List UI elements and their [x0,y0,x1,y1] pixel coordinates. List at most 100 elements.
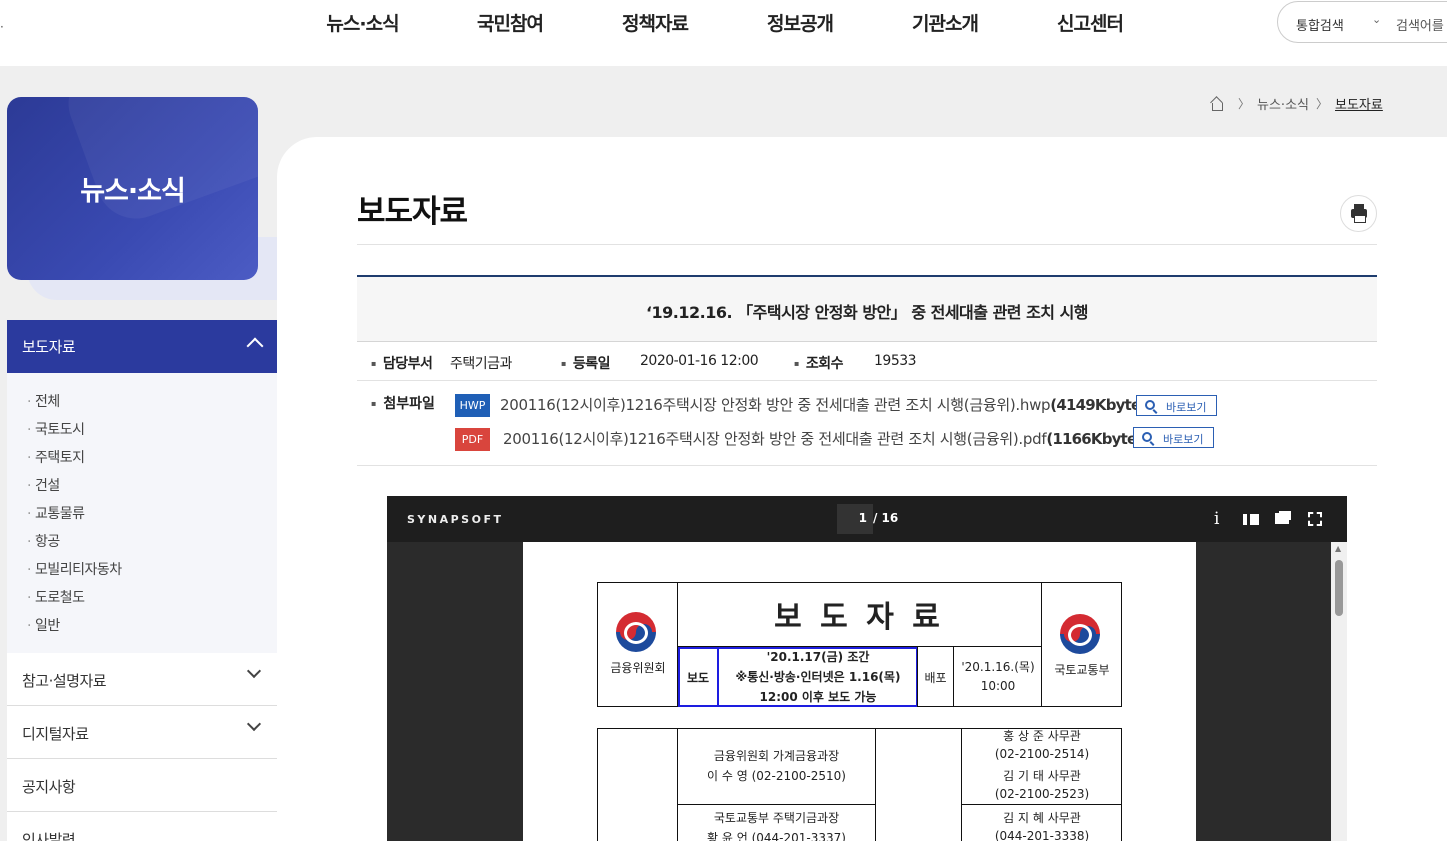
sidebar-item-label: 참고·설명자료 [22,672,107,690]
chevron-up-icon [246,337,264,355]
org-left: 금융위원회 [610,661,666,675]
search-icon [1142,432,1152,442]
submenu-item-construction[interactable]: 건설 [27,475,60,495]
search-icon [1145,400,1155,410]
document-viewer: SYNAPSOFT 1 / 16 i 금융위원회 보 도 자 료 국토교통부 보… [387,496,1347,841]
sidebar-item-personnel[interactable]: 인사발령 [7,812,277,841]
attachment-link[interactable]: 200116(12시이후)1216주택시장 안정화 방안 중 전세대출 관련 조… [500,394,1147,415]
article-meta: 담당부서 주택기금과 등록일 2020-01-16 12:00 조회수 1953… [357,342,1377,381]
sidebar-item-label: 인사발령 [22,831,76,841]
embargo-line1: '20.1.17(금) 조간 [766,650,870,664]
submenu-item-aviation[interactable]: 항공 [27,531,60,551]
page-number-input[interactable]: 1 [837,504,873,534]
release-line2: 10:00 [980,679,1016,693]
search-input[interactable]: 검색어를 [1396,15,1444,34]
site-header: · 뉴스·소식 국민참여 정책자료 정보공개 기관소개 신고센터 통합검색 ⌄ … [0,0,1447,66]
gnb-news[interactable]: 뉴스·소식 [300,9,425,36]
divider [357,244,1377,245]
contact2-line1: 국토교통부 주택기금과장 [713,811,840,825]
dept-label: 담당부서 [371,353,433,373]
sidebar-submenu: 전체 국토도시 주택토지 건설 교통물류 항공 모빌리티자동차 도로철도 일반 [7,373,277,653]
staff1-phone: (02-2100-2514) [994,747,1090,761]
info-icon[interactable]: i [1214,510,1219,528]
viewer-toolbar: SYNAPSOFT 1 / 16 i [387,496,1347,542]
preview-button[interactable]: 바로보기 [1136,395,1217,416]
contact1-line1: 금융위원회 가계금융과장 [713,749,840,763]
staff3-name: 김 지 혜 사무관 [1003,811,1081,825]
gnb-report[interactable]: 신고센터 [1005,9,1175,36]
breadcrumb-current[interactable]: 보도자료 [1335,94,1383,113]
preview-button[interactable]: 바로보기 [1133,427,1214,448]
submenu-item-urban[interactable]: 국토도시 [27,419,85,439]
chevron-down-icon [246,716,262,732]
views-label: 조회수 [794,353,844,373]
gnb-about[interactable]: 기관소개 [885,9,1005,36]
attachment-size: (1166Kbyte) [1046,430,1143,448]
scroll-up-icon[interactable]: ▲ [1335,544,1341,553]
home-icon[interactable] [1210,98,1223,111]
embargo-line3: 12:00 이후 보도 가능 [759,690,877,704]
print-button[interactable] [1340,195,1377,232]
staff1-name: 홍 상 준 사무관 [1003,729,1081,743]
chevron-down-icon [246,663,262,679]
sidebar: 뉴스·소식 [7,97,277,300]
document-page: 금융위원회 보 도 자 료 국토교통부 보도 '20.1.17(금) 조간 ※통… [523,542,1196,841]
release-label: 배포 [924,671,947,685]
breadcrumb: 〉 뉴스·소식 〉 보도자료 [1210,94,1383,113]
search-box: 통합검색 ⌄ 검색어를 [1277,1,1447,43]
submenu-item-general[interactable]: 일반 [27,615,60,635]
staff3-phone: (044-201-3338) [994,829,1090,841]
sidebar-item-press[interactable]: 보도자료 [7,320,277,373]
article-subject-bar: ‘19.12.16. 「주택시장 안정화 방안」 중 전세대출 관련 조치 시행 [357,275,1377,342]
submenu-item-logistics[interactable]: 교통물류 [27,503,85,523]
rule [677,804,876,805]
doc-title: 보 도 자 료 [774,600,944,635]
sidebar-item-reference[interactable]: 참고·설명자료 [7,653,277,706]
viewer-logo: SYNAPSOFT [407,513,504,526]
date-value: 2020-01-16 12:00 [640,353,759,369]
viewer-scrollbar[interactable]: ▲ [1331,542,1347,841]
article-subject: ‘19.12.16. 「주택시장 안정화 방안」 중 전세대출 관련 조치 시행 [645,303,1089,322]
submenu-item-mobility[interactable]: 모빌리티자동차 [27,559,122,579]
page-total: / 16 [873,511,899,525]
gnb-disclosure[interactable]: 정보공개 [715,9,885,36]
attachment-link[interactable]: 200116(12시이후)1216주택시장 안정화 방안 중 전세대출 관련 조… [503,428,1143,449]
sidebar-toggle-icon[interactable] [1243,514,1259,525]
sidebar-item-notice[interactable]: 공지사항 [7,759,277,812]
attachment-filename[interactable]: 200116(12시이후)1216주택시장 안정화 방안 중 전세대출 관련 조… [500,396,1051,414]
hwp-file-icon: HWP [455,394,490,417]
rule [875,728,876,841]
government-seal-icon [616,612,656,652]
sidebar-title: 뉴스·소식 [80,176,186,207]
sidebar-item-digital[interactable]: 디지털자료 [7,706,277,759]
attachment-size: (4149Kbyte) [1050,396,1147,414]
submenu-item-all[interactable]: 전체 [27,391,60,411]
staff2-name: 김 기 태 사무관 [1003,769,1081,783]
submenu-item-housing[interactable]: 주택토지 [27,447,85,467]
sidebar-title-card: 뉴스·소식 [7,97,258,280]
search-scope-select[interactable]: 통합검색 [1296,15,1344,34]
sidebar-item-label: 공지사항 [22,778,76,796]
government-seal-icon [1060,614,1100,654]
scrollbar-thumb[interactable] [1335,560,1343,616]
views-value: 19533 [874,353,917,369]
staff2-phone: (02-2100-2523) [994,787,1090,801]
attachments: 첨부파일 HWP 200116(12시이후)1216주택시장 안정화 방안 중 … [357,381,1377,466]
window-icon[interactable] [1275,513,1289,524]
rule [953,647,954,707]
chevron-right-icon: 〉 [1316,97,1329,111]
attachment-filename[interactable]: 200116(12시이후)1216주택시장 안정화 방안 중 전세대출 관련 조… [503,430,1047,448]
chevron-down-icon[interactable]: ⌄ [1372,13,1381,26]
submenu-item-roads[interactable]: 도로철도 [27,587,85,607]
gnb-participation[interactable]: 국민참여 [425,9,595,36]
preview-label: 바로보기 [1163,433,1204,446]
rule [961,804,1122,805]
breadcrumb-level1[interactable]: 뉴스·소식 [1257,94,1309,113]
header-dot: · [0,20,4,34]
embargo-label: 보도 [686,671,710,685]
gnb-policy[interactable]: 정책자료 [595,9,715,36]
pdf-file-icon: PDF [455,428,490,451]
fullscreen-icon[interactable] [1308,512,1322,526]
embargo-line2: ※통신·방송·인터넷은 1.16(목) [735,670,901,684]
sidebar-item-label: 보도자료 [22,338,76,356]
